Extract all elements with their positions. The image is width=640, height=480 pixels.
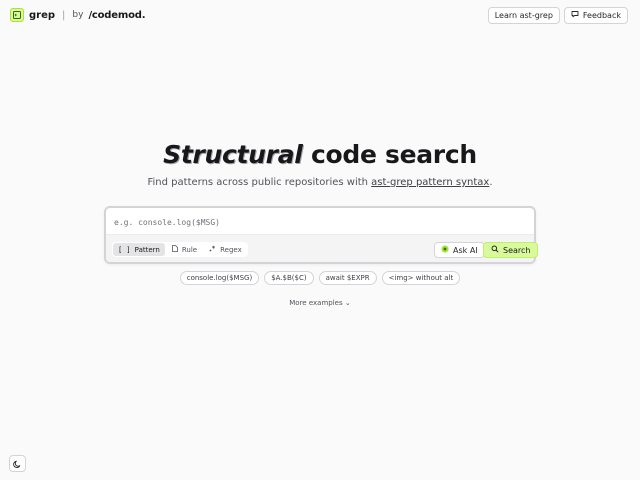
search-mode-tabs: [ ] Pattern Rule Regex xyxy=(112,242,248,257)
tab-regex-label: Regex xyxy=(220,245,242,254)
more-examples: More examples ⌄ xyxy=(0,299,640,307)
page-title: Structural code search xyxy=(0,140,640,169)
learn-ast-grep-button[interactable]: Learn ast-grep xyxy=(487,6,560,24)
ask-ai-button[interactable]: Ask AI xyxy=(434,242,485,258)
more-examples-button[interactable]: More examples ⌄ xyxy=(289,299,350,307)
sparkle-icon xyxy=(441,245,449,255)
brackets-icon: [ ] xyxy=(118,245,131,254)
title-rest: code search xyxy=(302,140,477,169)
brand-separator: | xyxy=(62,9,66,21)
theme-toggle-button[interactable] xyxy=(9,455,26,472)
tab-pattern[interactable]: [ ] Pattern xyxy=(113,243,165,256)
feedback-button[interactable]: Feedback xyxy=(563,6,628,24)
search-panel: [ ] Pattern Rule Regex Ask AI xyxy=(104,206,539,264)
pattern-syntax-link[interactable]: ast-grep pattern syntax xyxy=(371,177,489,188)
learn-ast-grep-label: Learn ast-grep xyxy=(494,10,553,20)
ask-ai-label: Ask AI xyxy=(453,245,478,255)
title-emphasis: Structural xyxy=(163,140,303,169)
tab-rule[interactable]: Rule xyxy=(167,243,202,256)
tab-regex[interactable]: Regex xyxy=(204,243,247,256)
regex-icon xyxy=(209,245,216,254)
search-label: Search xyxy=(503,245,531,255)
more-examples-label: More examples xyxy=(289,299,343,307)
search-button[interactable]: Search xyxy=(483,242,539,258)
search-icon xyxy=(491,245,499,255)
tab-pattern-label: Pattern xyxy=(134,245,160,254)
example-chip[interactable]: await $EXPR xyxy=(318,271,377,285)
tab-rule-label: Rule xyxy=(181,245,198,254)
moon-icon xyxy=(13,454,22,473)
brand[interactable]: grep | by /codemod. xyxy=(10,8,145,22)
page-subtitle: Find patterns across public repositories… xyxy=(0,177,640,188)
feedback-label: Feedback xyxy=(582,10,621,20)
file-icon xyxy=(171,245,178,254)
example-chips: console.log($MSG) $A.$B($C) await $EXPR … xyxy=(0,271,640,285)
brand-by: by xyxy=(72,10,84,20)
subtitle-prefix: Find patterns across public repositories… xyxy=(147,177,372,188)
search-toolbar: [ ] Pattern Rule Regex Ask AI Search xyxy=(106,234,539,262)
example-chip[interactable]: $A.$B($C) xyxy=(264,271,314,285)
codemod-logo[interactable]: /codemod. xyxy=(88,10,145,21)
example-chip[interactable]: <img> without alt xyxy=(381,271,461,285)
chevron-down-icon: ⌄ xyxy=(344,299,351,307)
brand-name: grep xyxy=(29,9,56,21)
top-bar: grep | by /codemod. Learn ast-grep Feedb… xyxy=(0,0,640,30)
subtitle-suffix: . xyxy=(489,177,493,188)
grep-logo-icon xyxy=(10,8,24,22)
pattern-input[interactable] xyxy=(114,215,524,229)
example-chip[interactable]: console.log($MSG) xyxy=(179,271,260,285)
chat-bubble-icon xyxy=(571,10,579,20)
